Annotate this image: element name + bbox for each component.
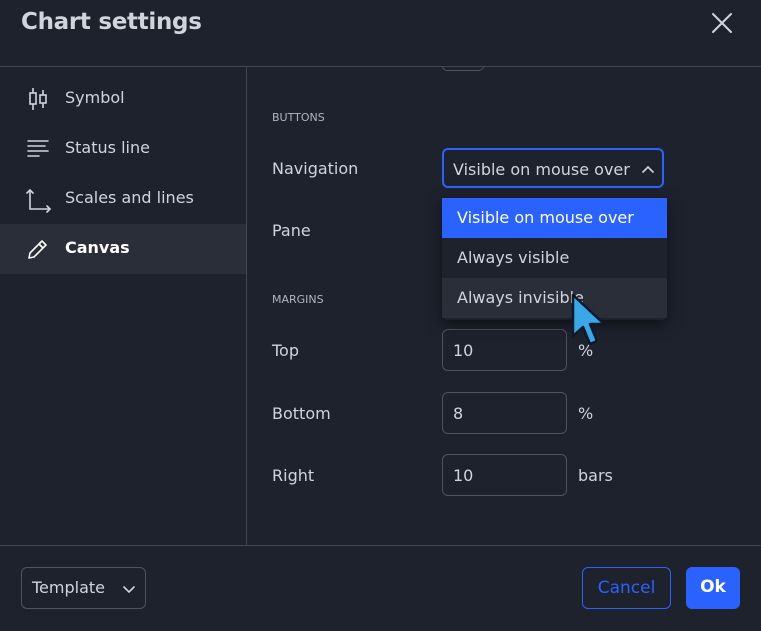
dialog-title: Chart settings <box>21 9 202 35</box>
navigation-label: Navigation <box>272 159 359 178</box>
dialog-footer: Template Cancel Ok <box>0 545 761 631</box>
sidebar-item-label: Symbol <box>65 88 125 107</box>
margin-right-value: 10 <box>453 466 474 485</box>
sidebar-item-symbol[interactable]: Symbol <box>0 74 246 124</box>
pane-label: Pane <box>272 221 311 240</box>
margin-right-label: Right <box>272 466 315 485</box>
margin-top-input[interactable]: 10 <box>442 329 567 371</box>
chevron-down-icon <box>122 581 136 595</box>
close-icon[interactable] <box>707 8 737 38</box>
margin-top-value: 10 <box>453 341 474 360</box>
dropdown-option-always-visible[interactable]: Always visible <box>442 238 667 278</box>
sidebar-item-scales-and-lines[interactable]: Scales and lines <box>0 174 246 224</box>
mouse-pointer-icon <box>570 292 612 352</box>
ok-label: Ok <box>700 577 726 597</box>
template-label: Template <box>32 578 106 597</box>
section-buttons-heading: BUTTONS <box>272 111 325 124</box>
margin-top-label: Top <box>272 341 299 360</box>
pencil-icon <box>26 237 50 261</box>
dropdown-option-label: Always invisible <box>457 288 584 307</box>
sidebar-item-label: Status line <box>65 138 150 157</box>
sidebar-item-status-line[interactable]: Status line <box>0 124 246 174</box>
scrolled-field-stub <box>442 67 484 71</box>
dialog-header: Chart settings <box>0 0 761 67</box>
cancel-label: Cancel <box>597 578 656 598</box>
template-dropdown-button[interactable]: Template <box>21 567 146 609</box>
dropdown-option-visible-on-mouse-over[interactable]: Visible on mouse over <box>442 198 667 238</box>
status-lines-icon <box>26 137 50 161</box>
sidebar-item-label: Scales and lines <box>65 188 194 207</box>
sidebar-item-canvas[interactable]: Canvas <box>0 224 246 274</box>
chevron-up-icon <box>641 162 655 176</box>
candlestick-icon <box>26 87 50 111</box>
navigation-select-value: Visible on mouse over <box>453 160 630 179</box>
sidebar-item-label: Canvas <box>65 238 130 257</box>
margin-bottom-input[interactable]: 8 <box>442 392 567 434</box>
margin-bottom-unit: % <box>578 404 594 423</box>
margin-right-input[interactable]: 10 <box>442 454 567 496</box>
dropdown-option-label: Always visible <box>457 248 570 267</box>
navigation-select[interactable]: Visible on mouse over <box>442 148 664 188</box>
sidebar: Symbol Status line Scales and lines Canv… <box>0 67 247 545</box>
dropdown-option-always-invisible[interactable]: Always invisible <box>442 278 667 318</box>
cancel-button[interactable]: Cancel <box>582 567 671 609</box>
margin-bottom-value: 8 <box>453 404 464 423</box>
ok-button[interactable]: Ok <box>686 567 740 609</box>
dropdown-option-label: Visible on mouse over <box>457 208 634 227</box>
chart-settings-dialog: Chart settings Symbol Status line Scales… <box>0 0 761 630</box>
scales-icon <box>26 187 52 213</box>
margin-right-unit: bars <box>578 466 613 485</box>
margin-bottom-label: Bottom <box>272 404 331 423</box>
section-margins-heading: MARGINS <box>272 293 324 306</box>
navigation-dropdown-menu: Visible on mouse over Always visible Alw… <box>442 198 667 320</box>
